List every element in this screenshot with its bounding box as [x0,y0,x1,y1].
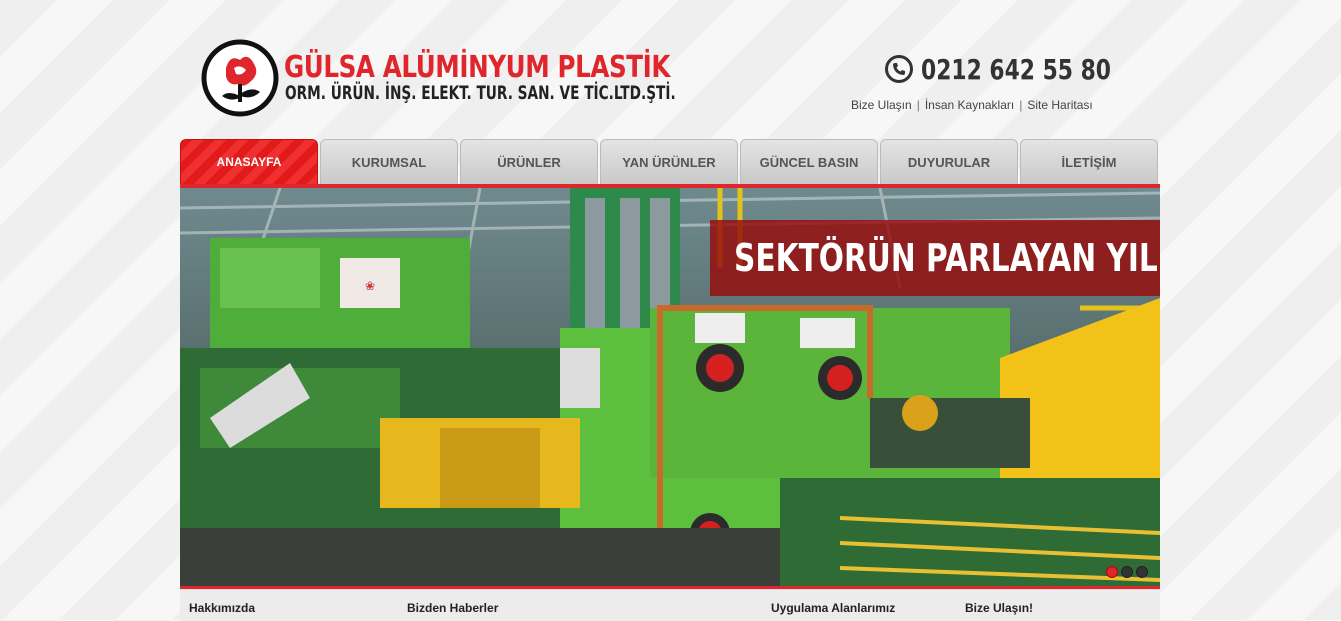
header: GÜLSA ALÜMİNYUM PLASTİK ORM. ÜRÜN. İNŞ. … [180,30,1160,130]
banner-caption: SEKTÖRÜN PARLAYAN YILDIZI... [710,220,1160,296]
nav-announcements[interactable]: DUYURULAR [880,139,1018,184]
company-logo[interactable] [200,38,280,118]
phone-number: 0212 642 55 80 [921,52,1111,86]
brand-title: GÜLSA ALÜMİNYUM PLASTİK [284,50,671,85]
hero-slider[interactable]: ❀ SEKTÖRÜN PARLAYAN YIL [180,188,1160,586]
section-applications[interactable]: Uygulama Alanlarımız [771,601,895,615]
nav-products[interactable]: ÜRÜNLER [460,139,598,184]
top-links: Bize Ulaşın | İnsan Kaynakları | Site Harita… [851,98,1093,112]
slider-dot-1[interactable] [1106,566,1118,578]
slider-dots [1106,566,1148,578]
brand-subtitle: ORM. ÜRÜN. İNŞ. ELEKT. TUR. SAN. VE TİC.… [285,82,676,104]
phone-icon [885,55,913,83]
section-about[interactable]: Hakkımızda [189,601,255,615]
nav-home[interactable]: ANASAYFA [180,139,318,184]
main-nav: ANASAYFA KURUMSAL ÜRÜNLER YAN ÜRÜNLER GÜ… [180,139,1160,184]
link-contact[interactable]: Bize Ulaşın [851,98,912,112]
slider-dot-3[interactable] [1136,566,1148,578]
sections-bar: Hakkımızda Bizden Haberler Uygulama Alan… [180,589,1160,621]
svg-text:❀: ❀ [365,279,375,293]
nav-corporate[interactable]: KURUMSAL [320,139,458,184]
slider-dot-2[interactable] [1121,566,1133,578]
link-human-resources[interactable]: İnsan Kaynakları [925,98,1014,112]
section-contact[interactable]: Bize Ulaşın! [965,601,1033,615]
nav-side-products[interactable]: YAN ÜRÜNLER [600,139,738,184]
nav-press[interactable]: GÜNCEL BASIN [740,139,878,184]
banner-caption-text: SEKTÖRÜN PARLAYAN YILDIZI... [734,236,1160,280]
link-sitemap[interactable]: Site Haritası [1027,98,1092,112]
nav-contact[interactable]: İLETİŞİM [1020,139,1158,184]
phone-contact: 0212 642 55 80 [885,52,1165,86]
section-news[interactable]: Bizden Haberler [407,601,498,615]
